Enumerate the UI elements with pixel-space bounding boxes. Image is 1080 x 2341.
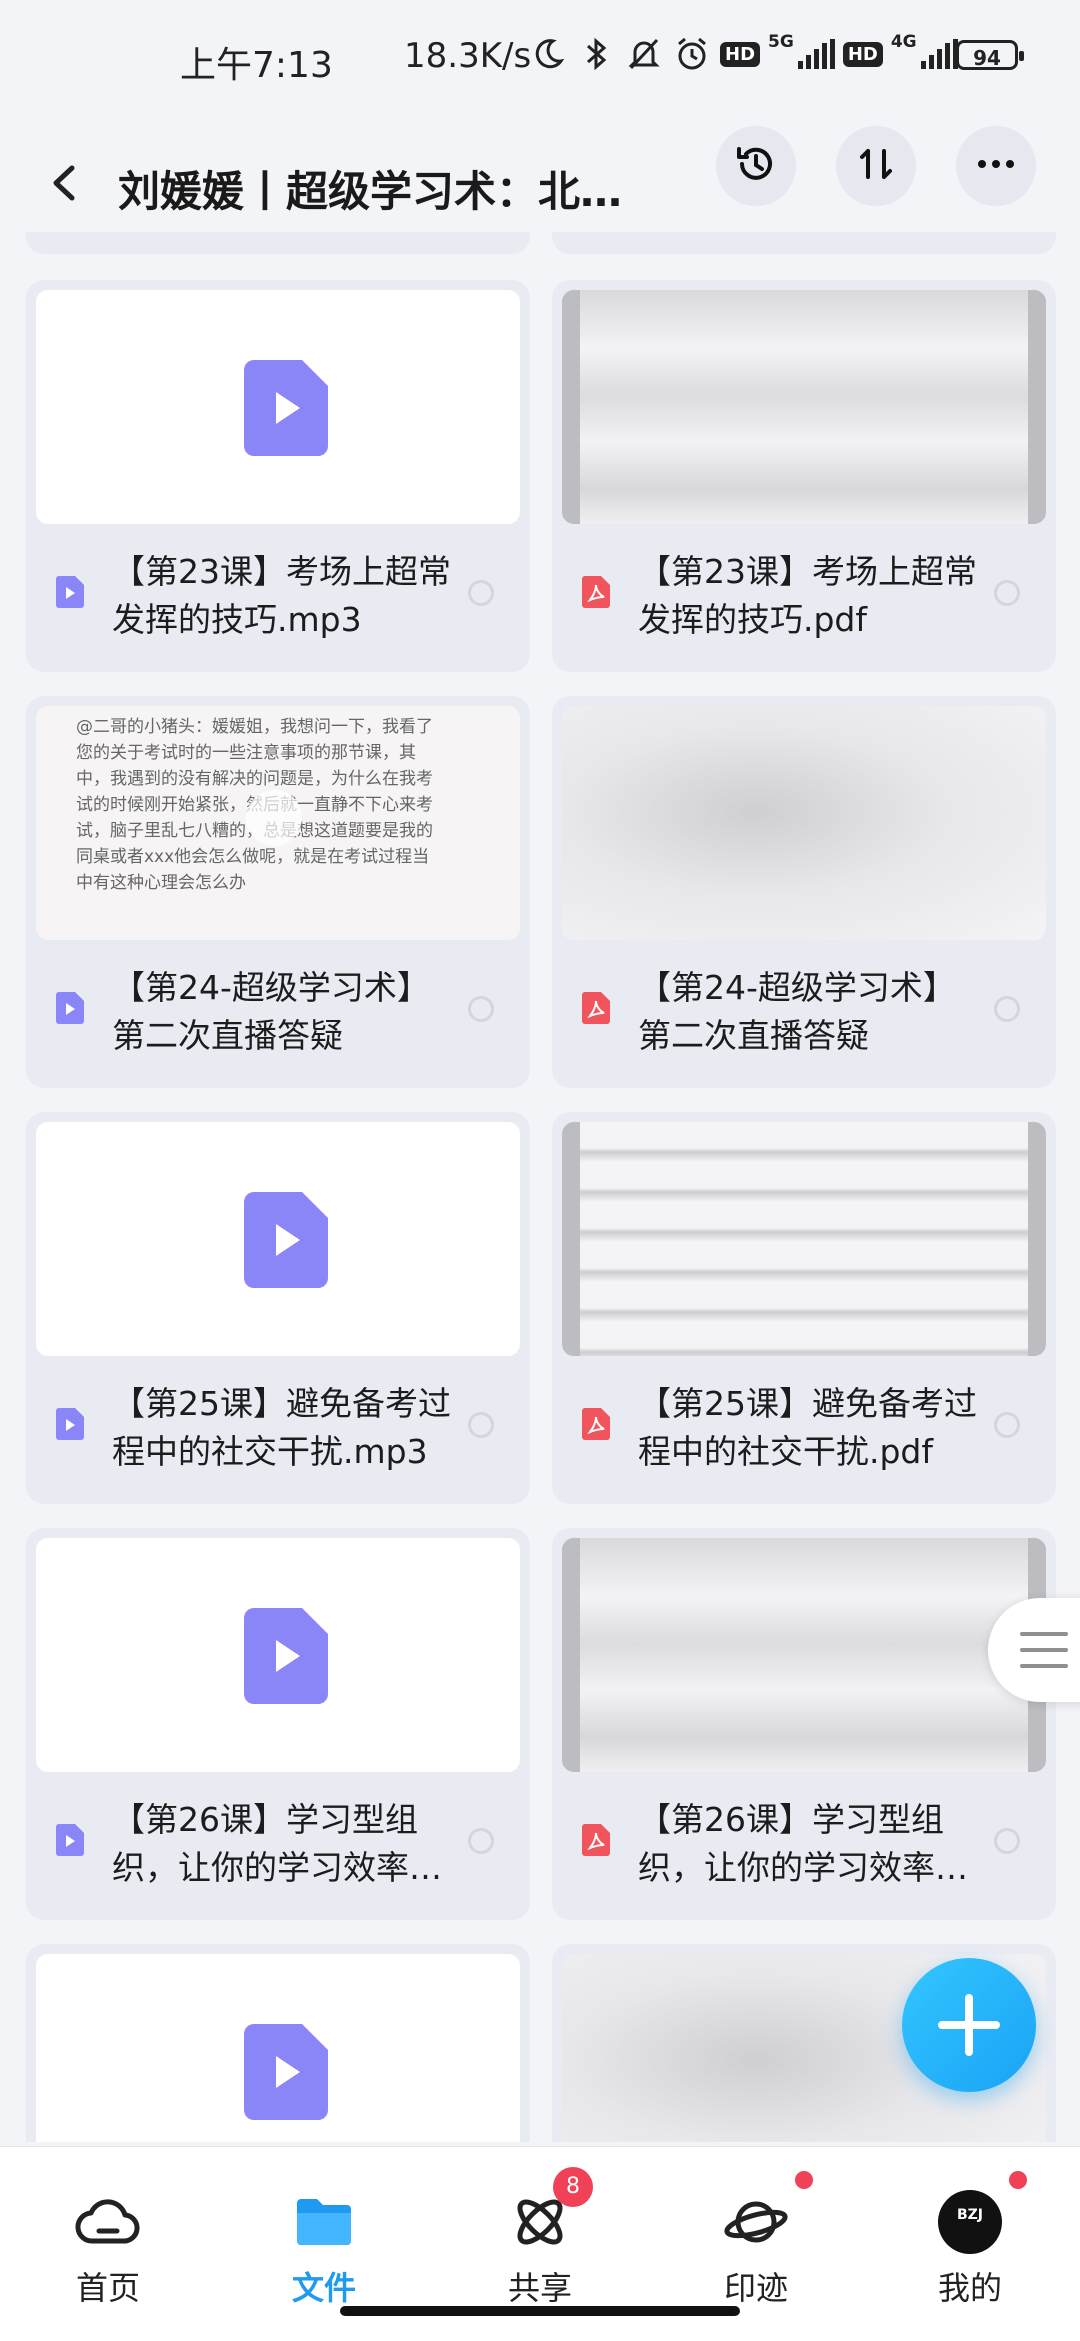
- status-bar: 上午7:13 18.3K/s HD 5G HD 4G 94: [0, 0, 1080, 120]
- file-name: 【第25课】避免备考过程中的社交干扰.mp3: [112, 1384, 451, 1471]
- mine-notification-dot: [1009, 2171, 1027, 2189]
- hd-badge-2: HD: [842, 41, 883, 67]
- alarm-icon: [672, 34, 712, 74]
- file-name: 【第23课】考场上超常发挥的技巧.mp3: [112, 552, 451, 639]
- nav-home[interactable]: 首页: [38, 2187, 178, 2309]
- more-button[interactable]: [956, 126, 1036, 206]
- mute-bell-icon: [624, 34, 664, 74]
- trace-notification-dot: [795, 2171, 813, 2189]
- select-radio[interactable]: [994, 996, 1020, 1022]
- sort-button[interactable]: [836, 126, 916, 206]
- nav-files-label: 文件: [291, 2269, 356, 2307]
- signal-5g-icon: [797, 39, 835, 69]
- atom-icon: 8: [505, 2167, 593, 2257]
- status-icons: HD 5G HD 4G: [528, 32, 958, 74]
- nav-share-label: 共享: [507, 2269, 572, 2307]
- audio-file-icon: [244, 1192, 328, 1288]
- sort-icon: [853, 141, 899, 191]
- file-thumbnail: [562, 290, 1046, 524]
- folder-icon: [289, 2187, 359, 2257]
- bluetooth-icon: [576, 34, 616, 74]
- select-radio[interactable]: [468, 1828, 494, 1854]
- file-thumbnail: [36, 1122, 520, 1356]
- select-radio[interactable]: [468, 996, 494, 1022]
- home-indicator: [340, 2306, 740, 2316]
- audio-file-icon: [244, 1608, 328, 1704]
- nav-share[interactable]: 8 共享: [470, 2167, 610, 2309]
- app-header: 刘媛媛丨超级学习术：北大学霸的高效学习法: [0, 120, 1080, 250]
- signal-4g-icon: [920, 39, 958, 69]
- status-speed: 18.3K/s: [404, 36, 532, 76]
- file-thumbnail: [36, 1954, 520, 2142]
- file-card[interactable]: 【第25课】避免备考过程中的社交干扰.mp3: [26, 1112, 530, 1504]
- planet-icon: [721, 2171, 813, 2257]
- add-button[interactable]: [902, 1958, 1036, 2092]
- nav-home-label: 首页: [75, 2269, 140, 2307]
- more-icon: [973, 141, 1019, 191]
- file-thumbnail: [36, 1538, 520, 1772]
- select-radio[interactable]: [994, 580, 1020, 606]
- pdf-type-icon: [582, 992, 610, 1024]
- file-card-partial[interactable]: [26, 1944, 530, 2142]
- pdf-type-icon: [582, 1408, 610, 1440]
- pdf-type-icon: [582, 1824, 610, 1856]
- cloud-icon: [73, 2187, 143, 2257]
- nav-trace[interactable]: 印迹: [686, 2171, 826, 2309]
- nav-mine[interactable]: BZJ 我的: [900, 2171, 1040, 2309]
- history-icon: [733, 141, 779, 191]
- file-card-partial[interactable]: [552, 232, 1056, 254]
- file-name: 【第26课】学习型组织，让你的学习效率翻倍.mp3: [112, 1800, 442, 1887]
- network-5g-label: 5G: [768, 32, 794, 52]
- network-4g-label: 4G: [890, 32, 917, 52]
- share-badge: 8: [553, 2167, 593, 2207]
- moon-icon: [528, 34, 568, 74]
- battery-indicator: 94: [956, 40, 1024, 70]
- page-title: 刘媛媛丨超级学习术：北大学霸的高效学习法: [118, 167, 648, 216]
- avatar: BZJ: [935, 2171, 1027, 2257]
- file-card[interactable]: 【第23课】考场上超常发挥的技巧.mp3: [26, 280, 530, 672]
- hd-badge: HD: [720, 41, 761, 67]
- nav-trace-label: 印迹: [723, 2269, 788, 2307]
- file-name: 【第24-超级学习术】第二次直播答疑: [638, 968, 956, 1055]
- file-card[interactable]: 【第25课】避免备考过程中的社交干扰.pdf: [552, 1112, 1056, 1504]
- file-name: 【第23课】考场上超常发挥的技巧.pdf: [638, 552, 977, 639]
- status-time: 上午7:13: [180, 45, 333, 86]
- file-card[interactable]: 【第26课】学习型组织，让你的学习效率翻倍.mp3: [26, 1528, 530, 1920]
- file-thumbnail: [562, 1538, 1046, 1772]
- play-icon: [246, 790, 302, 846]
- file-thumbnail: @二哥的小猪头：媛媛姐，我想问一下，我看了您的关于考试时的一些注意事项的那节课，…: [36, 706, 520, 940]
- plus-icon: [902, 1994, 1036, 2096]
- history-button[interactable]: [716, 126, 796, 206]
- nav-mine-label: 我的: [937, 2269, 1002, 2307]
- file-name: 【第24-超级学习术】第二次直播答疑: [112, 968, 430, 1055]
- select-radio[interactable]: [468, 580, 494, 606]
- file-card[interactable]: 【第26课】学习型组织，让你的学习效率翻倍.pdf: [552, 1528, 1056, 1920]
- avatar-text: BZJ: [956, 2207, 984, 2223]
- select-radio[interactable]: [994, 1412, 1020, 1438]
- nav-files[interactable]: 文件: [254, 2187, 394, 2309]
- file-card[interactable]: 【第24-超级学习术】第二次直播答疑: [552, 696, 1056, 1088]
- file-card-partial[interactable]: [26, 232, 530, 254]
- audio-type-icon: [56, 1408, 84, 1440]
- audio-type-icon: [56, 576, 84, 608]
- pdf-type-icon: [582, 576, 610, 608]
- audio-file-icon: [244, 2024, 328, 2120]
- file-grid: 【第23课】考场上超常发挥的技巧.mp3 【第23课】考场上超常发挥的技巧.pd…: [0, 232, 1080, 2142]
- file-card[interactable]: 【第23课】考场上超常发挥的技巧.pdf: [552, 280, 1056, 672]
- file-thumbnail: [36, 290, 520, 524]
- file-name: 【第25课】避免备考过程中的社交干扰.pdf: [638, 1384, 977, 1471]
- back-icon[interactable]: [40, 158, 90, 208]
- file-name: 【第26课】学习型组织，让你的学习效率翻倍.pdf: [638, 1800, 968, 1887]
- file-thumbnail: [562, 706, 1046, 940]
- select-radio[interactable]: [994, 1828, 1020, 1854]
- audio-type-icon: [56, 992, 84, 1024]
- audio-type-icon: [56, 1824, 84, 1856]
- select-radio[interactable]: [468, 1412, 494, 1438]
- file-card[interactable]: @二哥的小猪头：媛媛姐，我想问一下，我看了您的关于考试时的一些注意事项的那节课，…: [26, 696, 530, 1088]
- audio-file-icon: [244, 360, 328, 456]
- file-thumbnail: [562, 1122, 1046, 1356]
